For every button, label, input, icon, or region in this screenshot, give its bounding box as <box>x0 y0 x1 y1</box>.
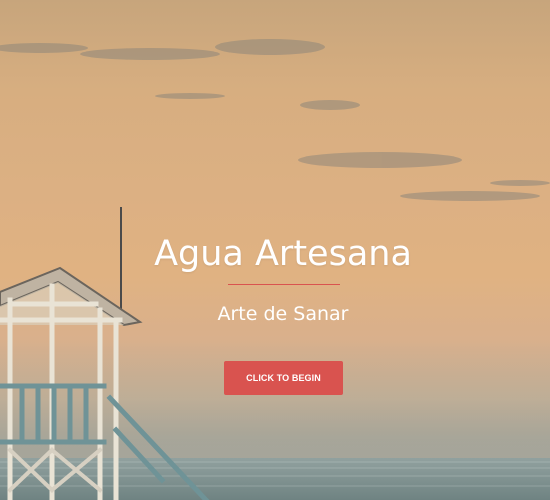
hero-content: Agua Artesana Arte de Sanar CLICK TO BEG… <box>0 0 550 500</box>
click-to-begin-button[interactable]: CLICK TO BEGIN <box>224 361 343 395</box>
site-subtitle: Arte de Sanar <box>217 303 349 325</box>
title-divider <box>228 284 340 285</box>
hero-section: Agua Artesana Arte de Sanar CLICK TO BEG… <box>0 0 550 500</box>
site-title: Agua Artesana <box>154 234 412 274</box>
